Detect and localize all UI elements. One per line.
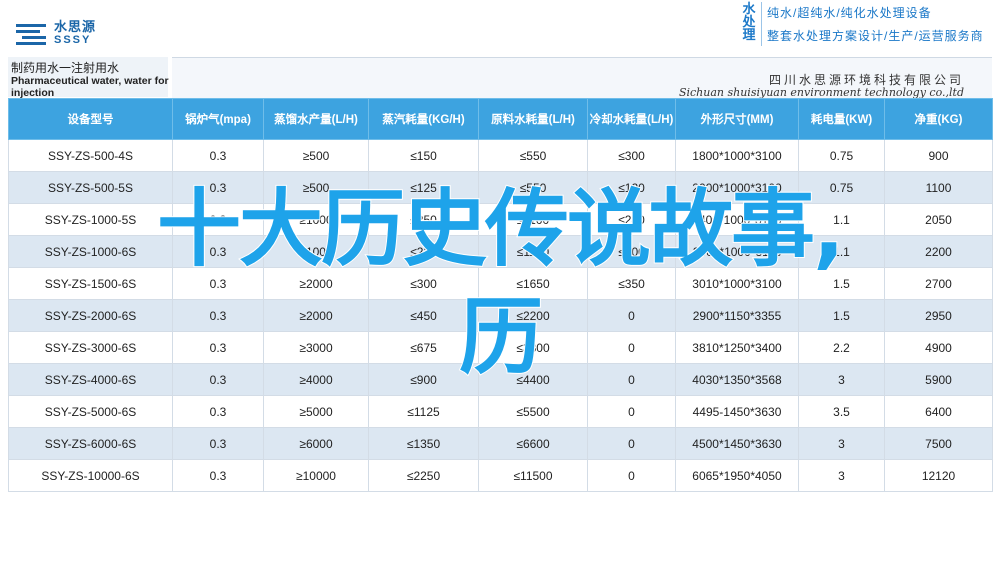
column-header: 锅炉气(mpa): [172, 98, 264, 140]
brand-divider: [761, 2, 762, 46]
table-cell: 0: [587, 395, 676, 428]
table-cell: ≤150: [368, 139, 479, 172]
table-cell: ≥5000: [263, 395, 369, 428]
table-cell: SSY-ZS-5000-6S: [8, 395, 173, 428]
table-cell: ≤550: [478, 139, 588, 172]
table-cell: 6065*1950*4050: [675, 459, 799, 492]
table-cell: ≤5500: [478, 395, 588, 428]
column-header: 蒸馏水产量(L/H): [263, 98, 369, 140]
overlay-headline-line2: 历: [458, 287, 544, 387]
column-header: 净重(KG): [884, 98, 993, 140]
table-cell: 6400: [884, 395, 993, 428]
table-cell: 0.3: [172, 459, 264, 492]
table-cell: ≤2250: [368, 459, 479, 492]
table-cell: SSY-ZS-10000-6S: [8, 459, 173, 492]
company-logo: 水思源 SSSY: [14, 14, 124, 54]
table-cell: ≤1350: [368, 427, 479, 460]
table-row: SSY-ZS-500-4S 0.3 ≥500 ≤150 ≤550 ≤300 1800*100…: [8, 139, 993, 172]
table-cell: ≥500: [263, 139, 369, 172]
column-header: 设备型号: [8, 98, 173, 140]
table-cell: 0.3: [172, 139, 264, 172]
table-row: SSY-ZS-10000-6S 0.3 ≥10000 ≤2250 ≤11500 0 6065…: [8, 459, 993, 492]
table-cell: 3.5: [798, 395, 885, 428]
column-header: 外形尺寸(MM): [675, 98, 799, 140]
table-cell: 4495-1450*3630: [675, 395, 799, 428]
table-row: SSY-ZS-6000-6S 0.3 ≥6000 ≤1350 ≤6600 0 4500*14…: [8, 427, 993, 460]
table-header-row: 设备型号 锅炉气(mpa) 蒸馏水产量(L/H) 蒸汽耗量(KG/H) 原料水耗量(L/…: [8, 98, 993, 140]
table-cell: 0: [587, 427, 676, 460]
table-cell: 1800*1000*3100: [675, 139, 799, 172]
company-name-block: 四川水思源环境科技有限公司 Sichuan shuisiyuan environ…: [172, 57, 992, 99]
table-cell: 900: [884, 139, 993, 172]
product-title-block: 制药用水一注射用水 Pharmaceutical water, water fo…: [8, 57, 169, 99]
product-title-cn: 制药用水一注射用水: [11, 61, 120, 75]
logo-name-en: SSSY: [54, 34, 92, 46]
overlay-headline-line1: 十大历史传说故事,: [156, 179, 846, 279]
brand-services-line: 纯水/超纯水/纯化水处理设备: [767, 6, 932, 20]
table-cell: 0.3: [172, 427, 264, 460]
product-title-en: Pharmaceutical water, water for injectio…: [11, 75, 169, 99]
table-cell: SSY-ZS-500-4S: [8, 139, 173, 172]
column-header: 冷却水耗量(L/H): [587, 98, 676, 140]
logo-mark-icon: [16, 24, 46, 45]
table-row: SSY-ZS-5000-6S 0.3 ≥5000 ≤1125 ≤5500 0 4495-14…: [8, 395, 993, 428]
column-header: 原料水耗量(L/H): [478, 98, 588, 140]
table-cell: ≤11500: [478, 459, 588, 492]
table-cell: 0.75: [798, 139, 885, 172]
table-cell: ≥10000: [263, 459, 369, 492]
column-header: 蒸汽耗量(KG/H): [368, 98, 479, 140]
brand-solutions-line: 整套水处理方案设计/生产/运营服务商: [767, 29, 984, 43]
table-cell: 4500*1450*3630: [675, 427, 799, 460]
table-cell: 0: [587, 459, 676, 492]
table-cell: ≤6600: [478, 427, 588, 460]
table-cell: 12120: [884, 459, 993, 492]
logo-name-cn: 水思源: [54, 19, 97, 34]
table-cell: ≥6000: [263, 427, 369, 460]
table-cell: 0.3: [172, 395, 264, 428]
overlay-headline: 十大历史传说故事, 历: [0, 175, 1000, 391]
brand-vertical-label: 水处理: [742, 1, 756, 42]
table-cell: 7500: [884, 427, 993, 460]
column-header: 耗电量(KW): [798, 98, 885, 140]
table-cell: ≤1125: [368, 395, 479, 428]
table-cell: 3: [798, 459, 885, 492]
table-cell: SSY-ZS-6000-6S: [8, 427, 173, 460]
table-cell: ≤300: [587, 139, 676, 172]
brand-tagline: 水处理 纯水/超纯水/纯化水处理设备 整套水处理方案设计/生产/运营服务商: [735, 0, 1000, 50]
table-cell: 3: [798, 427, 885, 460]
